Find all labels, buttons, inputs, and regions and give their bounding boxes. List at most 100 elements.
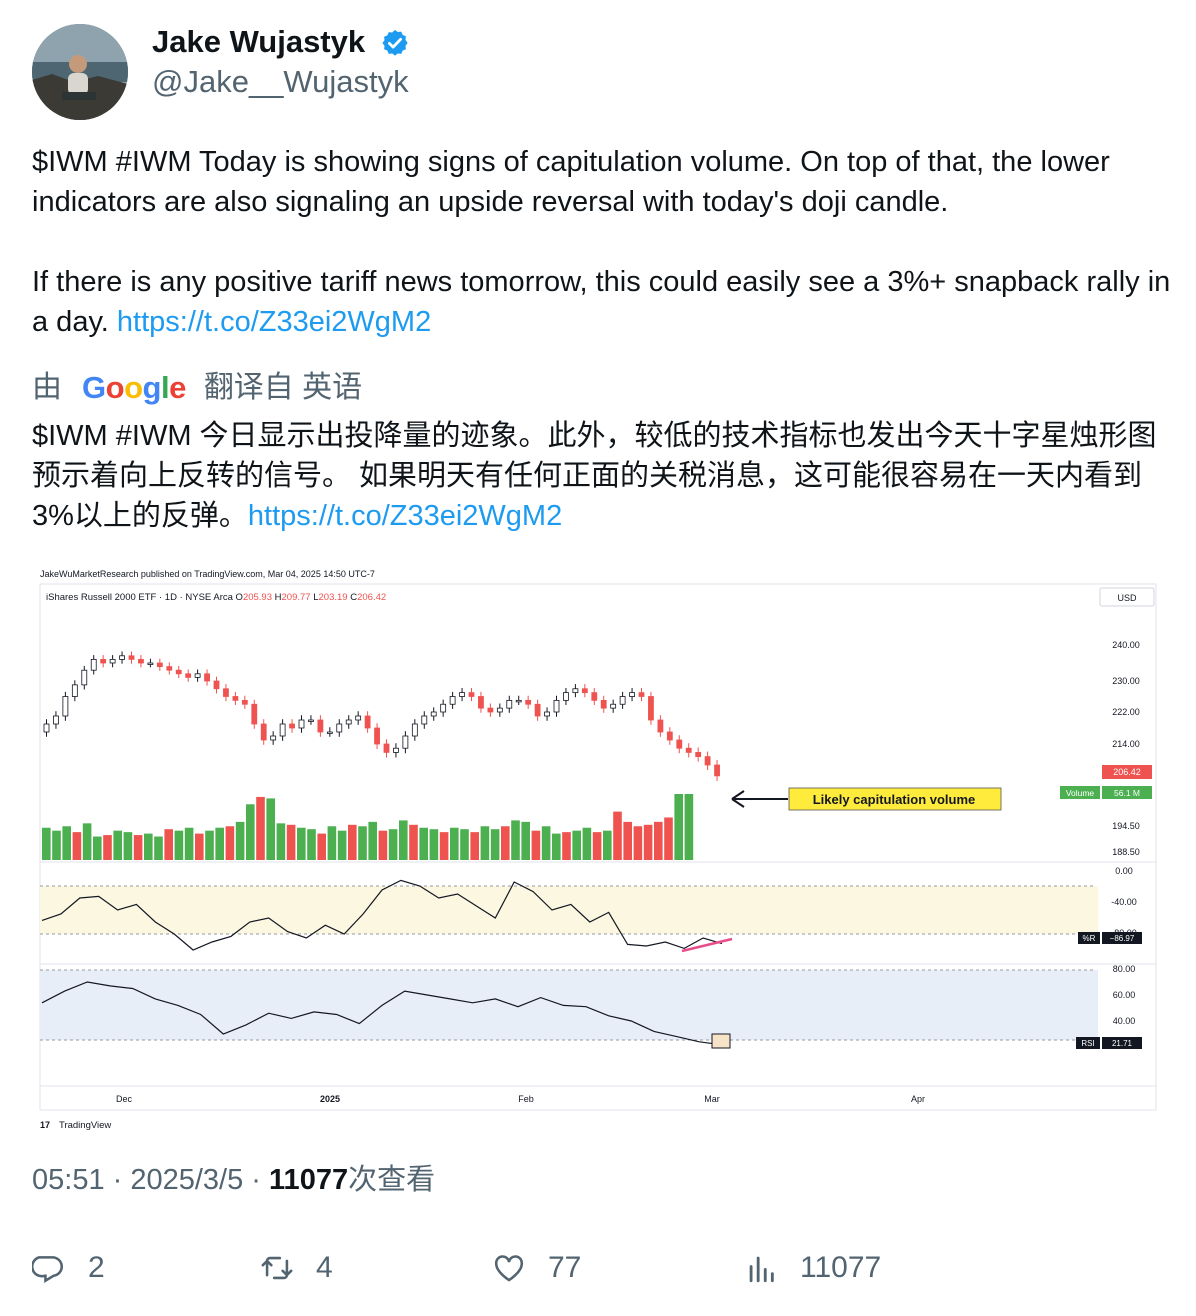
reply-count: 2 <box>88 1251 105 1284</box>
candle-body <box>147 662 154 665</box>
views-button[interactable]: 11077 <box>744 1244 881 1292</box>
candle-body <box>289 723 295 729</box>
google-logo-letter: g <box>142 370 162 405</box>
candle-body <box>241 699 248 705</box>
volume-bar <box>123 832 133 860</box>
candle-body <box>345 719 352 725</box>
author-name[interactable]: Jake Wujastyk <box>152 24 365 60</box>
volume-bar <box>42 827 51 860</box>
translation-prefix: 由 <box>32 371 62 404</box>
candle-body <box>90 659 97 671</box>
candle-body <box>81 669 88 686</box>
volume-bar <box>470 832 479 860</box>
tweet-date[interactable]: 2025/3/5 <box>130 1164 243 1196</box>
volume-bar <box>266 798 275 860</box>
volume-bar <box>480 826 490 860</box>
volume-bar <box>205 830 214 860</box>
author-handle[interactable]: @Jake__Wujastyk <box>152 64 409 100</box>
tweet-views-suffix: 次查看 <box>348 1164 436 1196</box>
wr-value-label: −86.97 <box>1110 934 1135 943</box>
avatar[interactable] <box>32 24 128 120</box>
candle-body <box>317 719 324 733</box>
price-tick-label: 222.00 <box>1112 707 1140 717</box>
chart-symbol: iShares Russell 2000 ETF · 1D · NYSE Arc… <box>46 592 386 603</box>
tweet-time[interactable]: 05:51 <box>32 1164 105 1196</box>
time-axis-label: Feb <box>518 1094 534 1104</box>
volume-bar <box>358 826 367 860</box>
time-axis-label: Mar <box>704 1094 720 1104</box>
avatar-photo <box>32 24 128 120</box>
tradingview-brand: TradingView <box>59 1120 111 1131</box>
volume-bar <box>113 830 122 860</box>
translated-link[interactable]: https://t.co/Z33ei2WgM2 <box>248 500 562 532</box>
repost-count: 4 <box>316 1251 333 1284</box>
google-logo-letter: o <box>105 370 125 405</box>
volume-bar <box>531 830 541 860</box>
time-axis-label: Dec <box>116 1094 133 1104</box>
candle-body <box>421 715 428 725</box>
candle-body <box>600 699 607 709</box>
candle-body <box>109 659 116 664</box>
candle-body <box>430 711 437 717</box>
volume-bar <box>276 823 286 860</box>
chart-image[interactable]: JakeWuMarketResearch published on Tradin… <box>32 560 1164 1140</box>
volume-bar <box>225 826 235 860</box>
volume-bar <box>562 832 571 860</box>
google-logo-letter: G <box>82 370 106 405</box>
candle-body <box>336 723 343 733</box>
rsi-band <box>40 970 1098 1040</box>
volume-bar <box>235 821 245 860</box>
volume-bar <box>552 833 561 860</box>
candle-body <box>440 703 447 713</box>
candle-body <box>657 719 664 733</box>
reply-button[interactable]: 2 <box>32 1244 105 1292</box>
candle-body <box>383 743 390 753</box>
volume-bar <box>654 821 663 860</box>
candle-body <box>610 703 617 709</box>
tradingview-chart: JakeWuMarketResearch published on Tradin… <box>39 569 1157 1131</box>
candle-body <box>71 684 78 697</box>
heart-icon <box>494 1255 524 1282</box>
action-bar: 2 4 77 11077 <box>32 1244 1172 1292</box>
google-logo: Google <box>82 368 186 408</box>
candle-body <box>629 692 635 697</box>
candle-body <box>355 715 362 721</box>
rsi-tag-label: RSI <box>1081 1039 1094 1048</box>
volume-bar <box>572 830 581 860</box>
price-tick-label: 194.50 <box>1112 821 1140 831</box>
candle-body <box>459 692 465 697</box>
tweet-link[interactable]: https://t.co/Z33ei2WgM2 <box>117 306 431 338</box>
volume-bar <box>674 794 683 860</box>
candle-body <box>156 662 163 667</box>
candle-body <box>487 707 494 713</box>
volume-bar <box>286 824 296 860</box>
candle-body <box>704 756 711 766</box>
like-count: 77 <box>548 1251 582 1284</box>
repost-icon <box>261 1256 293 1280</box>
candle-body <box>685 747 692 753</box>
like-button[interactable]: 77 <box>492 1244 581 1292</box>
price-tick-label: 230.00 <box>1112 676 1140 686</box>
volume-bar <box>664 817 673 860</box>
candle-body <box>496 707 503 713</box>
candle-body <box>185 673 192 678</box>
volume-bar <box>419 827 428 860</box>
volume-bar <box>62 826 71 860</box>
wr-tick-label: 0.00 <box>1115 866 1133 876</box>
candle-body <box>402 735 409 749</box>
candle-body <box>166 666 173 671</box>
volume-bar <box>215 827 224 860</box>
repost-button[interactable]: 4 <box>260 1244 333 1292</box>
translation-suffix[interactable]: 翻译自 英语 <box>204 368 362 408</box>
candle-body <box>619 696 626 705</box>
candle-body <box>534 703 541 717</box>
last-price-label: 206.42 <box>1113 767 1141 777</box>
volume-bar <box>511 820 520 860</box>
rsi-tick-label: 40.00 <box>1113 1016 1136 1026</box>
candle-body <box>666 731 673 741</box>
candle-body <box>364 715 371 729</box>
volume-bar <box>541 826 551 860</box>
volume-bar <box>684 794 694 860</box>
candle-body <box>506 699 513 709</box>
candle-body <box>468 692 475 697</box>
